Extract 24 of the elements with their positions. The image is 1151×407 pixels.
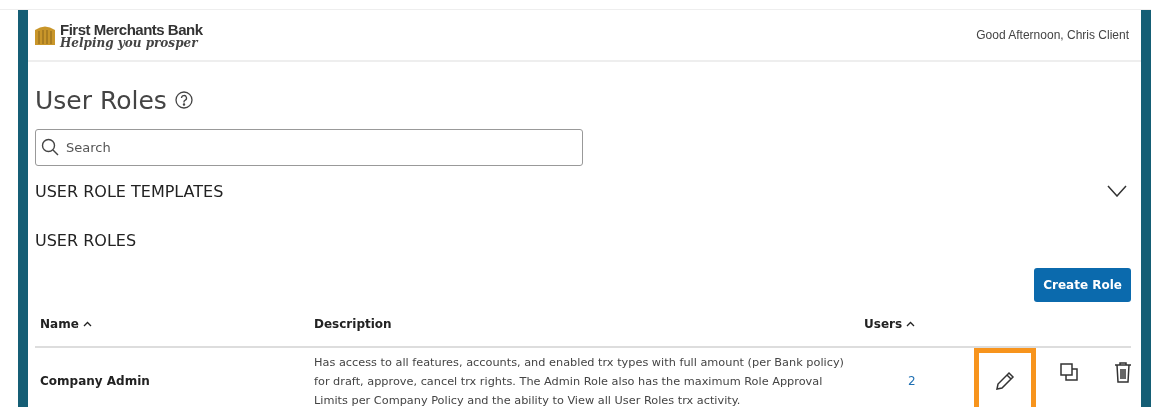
- page-title: User Roles: [35, 85, 167, 115]
- sort-up-icon: [906, 321, 916, 327]
- copy-icon: [1059, 362, 1079, 382]
- greeting-text: Good Afternoon, Chris Client: [976, 28, 1129, 42]
- create-role-button[interactable]: Create Role: [1034, 268, 1131, 302]
- trash-icon: [1114, 361, 1132, 383]
- role-description: Has access to all features, accounts, and enabled trx types with full amount (per Bank policy) for draft, approve, cancel trx rights. The Admin Role also has the maximum Role Approval Limits per Company Policy and the ability to View all User Roles trx activity.: [314, 354, 845, 407]
- chevron-down-icon[interactable]: [1107, 185, 1127, 197]
- role-name: Company Admin: [40, 374, 151, 388]
- column-header: Description: [314, 317, 392, 331]
- section-heading[interactable]: USER ROLE TEMPLATES: [35, 181, 224, 201]
- edit-button[interactable]: [974, 348, 1036, 407]
- search-field[interactable]: Search: [35, 129, 583, 166]
- bank-building-icon: [34, 24, 56, 46]
- bank-name: First Merchants Bank: [60, 21, 203, 37]
- search-icon: [41, 138, 59, 156]
- users-count-link[interactable]: 2: [864, 374, 974, 388]
- pencil-icon: [994, 370, 1016, 392]
- sort-up-icon: [82, 321, 92, 327]
- column-header[interactable]: Users: [864, 317, 903, 331]
- bank-tagline: Helping you prosper: [60, 36, 200, 49]
- section-heading: USER ROLES: [35, 230, 137, 250]
- column-header[interactable]: Name: [40, 317, 79, 331]
- help-icon[interactable]: [174, 91, 193, 109]
